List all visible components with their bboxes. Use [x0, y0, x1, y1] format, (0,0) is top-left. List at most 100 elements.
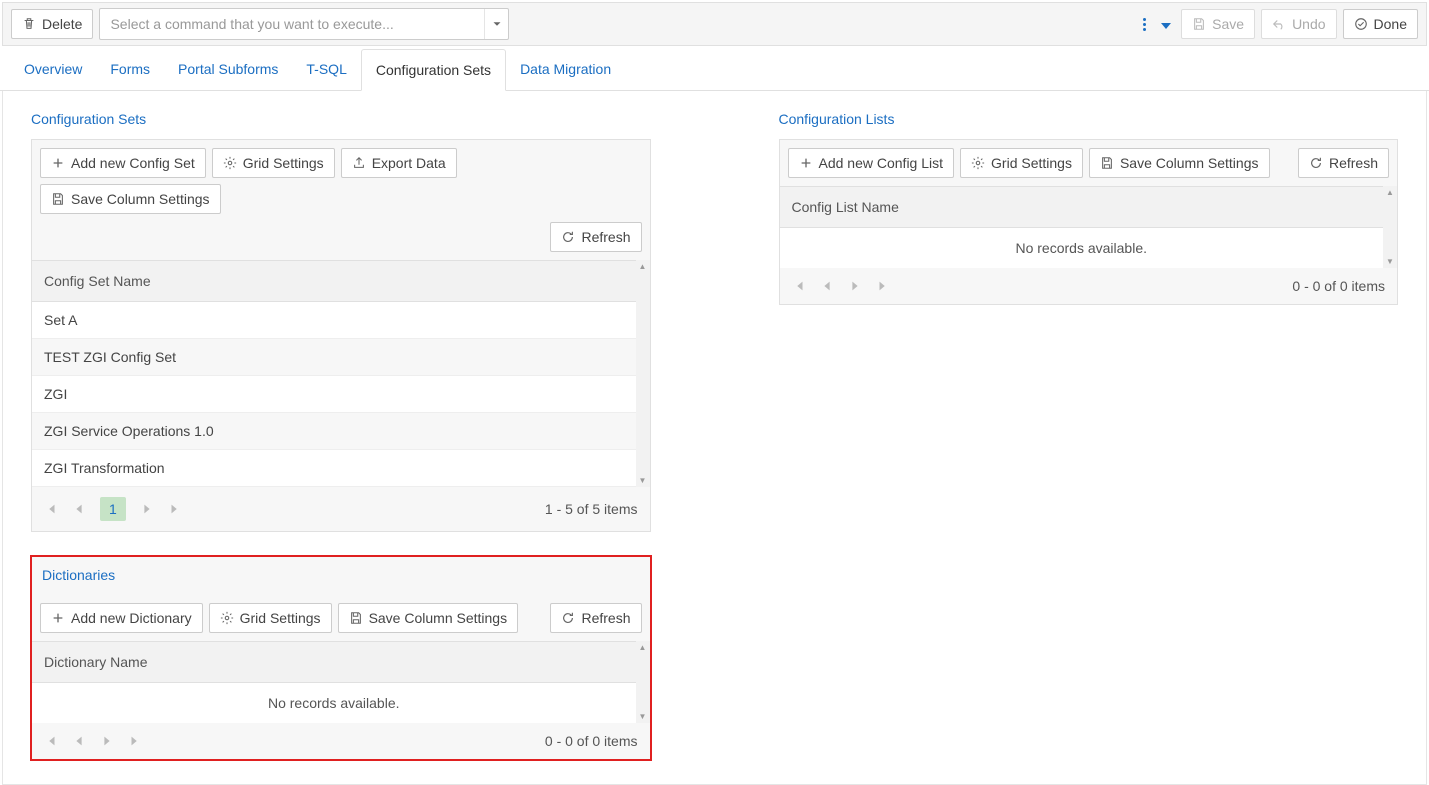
config-sets-title: Configuration Sets — [31, 111, 651, 127]
pager-last-icon[interactable] — [876, 279, 890, 293]
refresh-icon — [561, 230, 575, 244]
pager-first-icon[interactable] — [44, 734, 58, 748]
plus-icon — [51, 611, 65, 625]
pager-next-icon[interactable] — [140, 502, 154, 516]
done-label: Done — [1374, 16, 1407, 32]
column-header[interactable]: Dictionary Name — [32, 642, 636, 682]
config-lists-grid-header: Config List Name — [780, 186, 1384, 228]
caret-down-icon[interactable] — [484, 9, 508, 39]
refresh-icon — [561, 611, 575, 625]
undo-label: Undo — [1292, 16, 1325, 32]
pager-next-icon[interactable] — [848, 279, 862, 293]
config-lists-empty: No records available. — [780, 228, 1384, 268]
add-config-list-button[interactable]: Add new Config List — [788, 148, 955, 178]
tab-portal-subforms[interactable]: Portal Subforms — [164, 49, 292, 91]
pager-last-icon[interactable] — [168, 502, 182, 516]
save-icon — [1192, 17, 1206, 31]
pager-prev-icon[interactable] — [72, 734, 86, 748]
tab-data-migration[interactable]: Data Migration — [506, 49, 625, 91]
config-lists-title: Configuration Lists — [779, 111, 1399, 127]
command-combo[interactable] — [99, 8, 509, 40]
undo-icon — [1272, 17, 1286, 31]
table-row[interactable]: ZGI Service Operations 1.0 — [32, 413, 636, 450]
pager-next-icon[interactable] — [100, 734, 114, 748]
save-column-settings-button[interactable]: Save Column Settings — [1089, 148, 1270, 178]
top-toolbar: Delete Save Undo Done — [2, 2, 1427, 46]
pager-first-icon[interactable] — [44, 502, 58, 516]
command-input[interactable] — [100, 10, 484, 38]
save-column-settings-button[interactable]: Save Column Settings — [40, 184, 221, 214]
undo-button[interactable]: Undo — [1261, 9, 1336, 39]
dropdown-icon[interactable] — [1157, 16, 1175, 32]
save-button[interactable]: Save — [1181, 9, 1255, 39]
dictionaries-grid-header: Dictionary Name — [32, 641, 636, 683]
save-icon — [349, 611, 363, 625]
left-column: Configuration Sets Add new Config Set Gr… — [7, 91, 675, 784]
dictionaries-panel: Dictionaries Add new Dictionary Grid Set… — [31, 556, 651, 760]
content-area: Configuration Sets Add new Config Set Gr… — [2, 91, 1427, 785]
table-row[interactable]: Set A — [32, 302, 636, 339]
tab-tsql[interactable]: T-SQL — [292, 49, 360, 91]
export-data-button[interactable]: Export Data — [341, 148, 457, 178]
refresh-button[interactable]: Refresh — [550, 603, 641, 633]
pager-page[interactable]: 1 — [100, 497, 126, 521]
done-button[interactable]: Done — [1343, 9, 1418, 39]
pager-info: 1 - 5 of 5 items — [545, 501, 638, 517]
config-sets-grid-header: Config Set Name — [32, 260, 636, 302]
gear-icon — [971, 156, 985, 170]
dictionaries-toolbar: Add new Dictionary Grid Settings Save Co… — [32, 595, 650, 641]
config-sets-toolbar: Add new Config Set Grid Settings Export … — [32, 140, 650, 222]
pager-prev-icon[interactable] — [72, 502, 86, 516]
config-sets-toolbar-2: Refresh — [32, 222, 650, 260]
trash-icon — [22, 17, 36, 31]
gear-icon — [223, 156, 237, 170]
plus-icon — [799, 156, 813, 170]
refresh-icon — [1309, 156, 1323, 170]
scrollbar[interactable]: ▲▼ — [1383, 186, 1397, 268]
column-header[interactable]: Config List Name — [780, 187, 1384, 227]
save-label: Save — [1212, 16, 1244, 32]
config-lists-panel: Add new Config List Grid Settings Save C… — [779, 139, 1399, 305]
pager-last-icon[interactable] — [128, 734, 142, 748]
config-sets-pager: 1 1 - 5 of 5 items — [32, 487, 650, 531]
dictionaries-pager: 0 - 0 of 0 items — [32, 723, 650, 759]
refresh-button[interactable]: Refresh — [1298, 148, 1389, 178]
save-column-settings-button[interactable]: Save Column Settings — [338, 603, 519, 633]
config-sets-grid-body: Set A TEST ZGI Config Set ZGI ZGI Servic… — [32, 302, 636, 487]
delete-label: Delete — [42, 16, 82, 32]
pager-info: 0 - 0 of 0 items — [1292, 278, 1385, 294]
right-column: Configuration Lists Add new Config List … — [755, 91, 1423, 784]
check-circle-icon — [1354, 17, 1368, 31]
export-icon — [352, 156, 366, 170]
tab-strip: Overview Forms Portal Subforms T-SQL Con… — [0, 48, 1429, 91]
config-sets-panel: Add new Config Set Grid Settings Export … — [31, 139, 651, 532]
grid-settings-button[interactable]: Grid Settings — [960, 148, 1083, 178]
grid-settings-button[interactable]: Grid Settings — [209, 603, 332, 633]
tab-forms[interactable]: Forms — [96, 49, 164, 91]
scrollbar[interactable]: ▲▼ — [636, 260, 650, 487]
dictionaries-empty: No records available. — [32, 683, 636, 723]
delete-button[interactable]: Delete — [11, 9, 93, 39]
config-lists-toolbar: Add new Config List Grid Settings Save C… — [780, 140, 1398, 186]
refresh-button[interactable]: Refresh — [550, 222, 641, 252]
plus-icon — [51, 156, 65, 170]
table-row[interactable]: ZGI Transformation — [32, 450, 636, 487]
column-header[interactable]: Config Set Name — [32, 261, 636, 301]
tab-configuration-sets[interactable]: Configuration Sets — [361, 49, 506, 91]
add-config-set-button[interactable]: Add new Config Set — [40, 148, 206, 178]
pager-prev-icon[interactable] — [820, 279, 834, 293]
add-dictionary-button[interactable]: Add new Dictionary — [40, 603, 203, 633]
table-row[interactable]: TEST ZGI Config Set — [32, 339, 636, 376]
config-lists-pager: 0 - 0 of 0 items — [780, 268, 1398, 304]
dictionaries-title: Dictionaries — [32, 567, 650, 583]
save-icon — [1100, 156, 1114, 170]
scrollbar[interactable]: ▲▼ — [636, 641, 650, 723]
more-menu-icon[interactable] — [1137, 17, 1151, 31]
tab-overview[interactable]: Overview — [10, 49, 96, 91]
grid-settings-button[interactable]: Grid Settings — [212, 148, 335, 178]
table-row[interactable]: ZGI — [32, 376, 636, 413]
save-icon — [51, 192, 65, 206]
gear-icon — [220, 611, 234, 625]
pager-info: 0 - 0 of 0 items — [545, 733, 638, 749]
pager-first-icon[interactable] — [792, 279, 806, 293]
